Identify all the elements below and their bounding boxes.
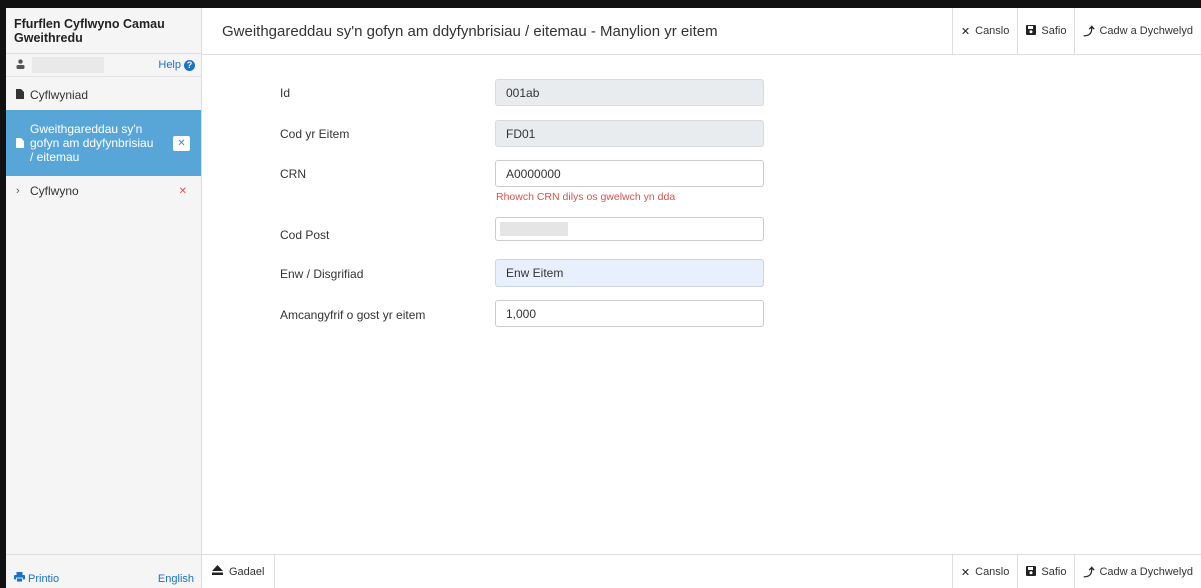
print-link[interactable]: Printio: [14, 572, 59, 585]
return-icon: ⤴: [1083, 567, 1095, 579]
save-icon: [1026, 565, 1037, 579]
page-title: Gweithgareddau sy'n gofyn am ddyfynbrisi…: [222, 22, 718, 40]
cancel-button[interactable]: ✕ Canslo: [951, 7, 1017, 55]
postcode-input[interactable]: [495, 217, 764, 241]
close-icon: ✕: [960, 566, 971, 579]
item-details-form: Id 001ab Cod yr Eitem FD01 CRN A0000000 …: [202, 56, 1201, 552]
cost-input[interactable]: 1,000: [495, 300, 764, 327]
field-label: Amcangyfrif o gost yr eitem: [280, 308, 426, 322]
document-icon: [16, 138, 30, 150]
save-label: Safio: [1041, 566, 1067, 578]
cancel-button[interactable]: ✕ Canslo: [951, 555, 1017, 588]
sidebar-footer: Printio English: [6, 554, 202, 588]
eject-icon: [212, 565, 223, 578]
field-label: Cod Post: [280, 228, 330, 242]
bottom-bar: Gadael ✕ Canslo Safio ⤴ Cadw a Dychwelyd: [202, 554, 1201, 588]
exit-label: Gadael: [229, 565, 265, 578]
user-row: Help ?: [6, 54, 201, 77]
sidebar-item-cyflwyniad[interactable]: Cyflwyniad: [6, 80, 201, 110]
id-field: 001ab: [495, 79, 764, 106]
print-label: Printio: [28, 572, 60, 585]
save-button[interactable]: Safio: [1017, 555, 1074, 588]
help-link[interactable]: Help ?: [158, 59, 195, 71]
close-icon[interactable]: ✕: [173, 136, 190, 151]
header: Gweithgareddau sy'n gofyn am ddyfynbrisi…: [202, 7, 1201, 55]
name-input[interactable]: Enw Eitem: [495, 259, 764, 287]
item-code-field: FD01: [495, 120, 764, 147]
cancel-label: Canslo: [975, 25, 1010, 37]
save-return-label: Cadw a Dychwelyd: [1099, 566, 1193, 578]
field-label: Enw / Disgrifiad: [280, 267, 364, 281]
header-actions: ✕ Canslo Safio ⤴ Cadw a Dychwelyd: [951, 7, 1201, 55]
cancel-label: Canslo: [975, 566, 1010, 578]
user-name: [32, 57, 104, 73]
footer-actions: ✕ Canslo Safio ⤴ Cadw a Dychwelyd: [951, 555, 1201, 588]
save-button[interactable]: Safio: [1017, 7, 1074, 55]
field-label: CRN: [280, 167, 306, 181]
field-label: Cod yr Eitem: [280, 127, 350, 141]
user-icon: [16, 58, 28, 72]
postcode-value: [500, 222, 568, 236]
field-label: Id: [280, 86, 291, 100]
chevron-right-icon: ›: [16, 185, 20, 197]
print-icon: [14, 572, 25, 585]
save-return-button[interactable]: ⤴ Cadw a Dychwelyd: [1074, 7, 1201, 55]
crn-input[interactable]: A0000000: [495, 160, 764, 187]
sidebar-item-gweithgareddau[interactable]: Gweithgareddau sy'n gofyn am ddyfynbrisi…: [6, 110, 201, 176]
save-label: Safio: [1041, 25, 1067, 37]
save-return-label: Cadw a Dychwelyd: [1099, 25, 1193, 37]
close-icon: ✕: [960, 25, 971, 38]
sidebar-item-label: Cyflwyniad: [30, 88, 89, 102]
app-title: Ffurflen Cyflwyno Camau Gweithredu: [6, 8, 201, 54]
save-return-button[interactable]: ⤴ Cadw a Dychwelyd: [1074, 555, 1201, 588]
return-icon: ⤴: [1083, 26, 1095, 38]
crn-error: Rhowch CRN dilys os gwelwch yn dda: [496, 191, 676, 203]
sidebar-item-label: Cyflwyno: [30, 184, 79, 198]
sidebar-item-cyflwyno[interactable]: › Cyflwyno ✕: [6, 176, 201, 206]
help-label: Help: [158, 59, 181, 71]
save-icon: [1026, 24, 1037, 38]
sidebar-item-label: Gweithgareddau sy'n gofyn am ddyfynbrisi…: [30, 122, 154, 164]
exit-button[interactable]: Gadael: [202, 555, 276, 588]
sidebar: Ffurflen Cyflwyno Camau Gweithredu Help …: [6, 8, 202, 588]
close-icon: ✕: [178, 185, 187, 197]
document-icon: [16, 89, 30, 101]
language-link[interactable]: English: [158, 573, 194, 585]
help-icon: ?: [184, 59, 195, 71]
